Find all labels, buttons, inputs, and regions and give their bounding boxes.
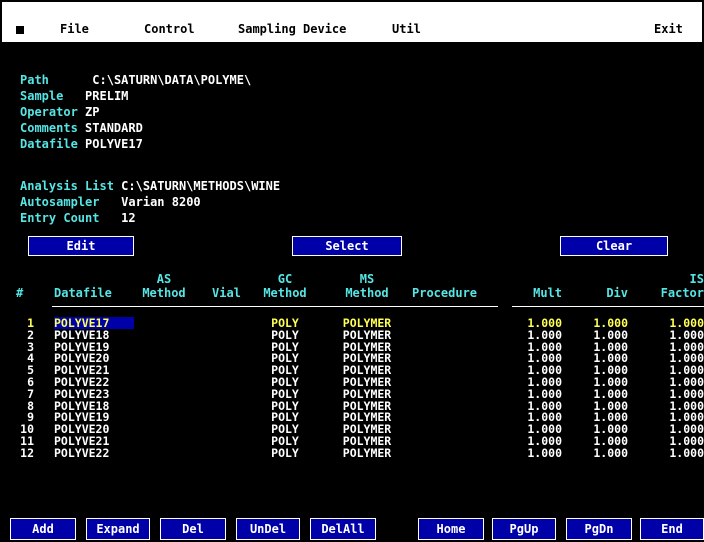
header-vial: Vial xyxy=(212,286,241,300)
add-button[interactable]: Add xyxy=(10,518,76,540)
header-as-line2: Method xyxy=(142,286,186,300)
sample-line: Sample PRELIM xyxy=(20,88,128,104)
header-divider-right xyxy=(512,306,704,307)
row-datafile: POLYVE22 xyxy=(54,445,110,460)
table-row[interactable]: 2 POLYVE18 POLY POLYMER 1.000 1.000 1.000 xyxy=(0,329,704,341)
row-is-factor: 1.000 xyxy=(669,327,704,342)
row-div: 1.000 xyxy=(593,445,628,460)
comments-value: STANDARD xyxy=(85,121,143,135)
menu-sampling-device[interactable]: Sampling Device xyxy=(238,22,346,36)
header-div: Div xyxy=(606,286,628,300)
comments-label: Comments xyxy=(20,121,78,135)
header-gc-line2: Method xyxy=(263,286,307,300)
menu-file[interactable]: File xyxy=(60,22,89,36)
delall-button[interactable]: DelAll xyxy=(310,518,376,540)
row-num: 12 xyxy=(20,445,34,460)
del-button[interactable]: Del xyxy=(160,518,226,540)
row-gc-method: POLY xyxy=(271,327,299,342)
row-mult: 1.000 xyxy=(527,327,562,342)
pgup-button[interactable]: PgUp xyxy=(492,518,556,540)
datafile-value: POLYVE17 xyxy=(85,137,143,151)
header-num: # xyxy=(16,286,24,300)
row-num: 7 xyxy=(27,386,34,401)
row-is-factor: 1.000 xyxy=(669,386,704,401)
edit-button[interactable]: Edit xyxy=(28,236,134,256)
sample-label: Sample xyxy=(20,89,64,103)
entry-count-value: 12 xyxy=(121,211,136,225)
home-button[interactable]: Home xyxy=(418,518,484,540)
row-gc-method: POLY xyxy=(271,386,299,401)
select-button[interactable]: Select xyxy=(292,236,402,256)
analysis-list-line: Analysis List C:\SATURN\METHODS\WINE xyxy=(20,178,280,194)
operator-label: Operator xyxy=(20,105,78,119)
path-line: Path C:\SATURN\DATA\POLYME\ xyxy=(20,72,251,88)
row-gc-method: POLY xyxy=(271,445,299,460)
header-gc-line1: GC xyxy=(277,272,293,286)
autosampler-line: Autosampler Varian 8200 xyxy=(20,194,201,210)
row-num: 2 xyxy=(27,327,34,342)
end-button[interactable]: End xyxy=(640,518,704,540)
path-value: C:\SATURN\DATA\POLYME\ xyxy=(92,73,252,87)
header-is-line1: IS xyxy=(689,272,704,286)
menu-util[interactable]: Util xyxy=(392,22,421,36)
row-mult: 1.000 xyxy=(527,386,562,401)
path-label: Path xyxy=(20,73,49,87)
comments-line: Comments STANDARD xyxy=(20,120,143,136)
autosampler-label: Autosampler xyxy=(20,195,100,209)
clear-button[interactable]: Clear xyxy=(560,236,668,256)
undel-button[interactable]: UnDel xyxy=(236,518,300,540)
menu-bar: File Control Sampling Device Util Exit xyxy=(0,0,704,44)
row-datafile: POLYVE23 xyxy=(54,386,110,401)
header-as-line1: AS xyxy=(156,272,172,286)
menu-exit[interactable]: Exit xyxy=(654,22,683,36)
sample-value: PRELIM xyxy=(85,89,129,103)
operator-line: Operator ZP xyxy=(20,104,99,120)
row-div: 1.000 xyxy=(593,386,628,401)
datafile-label: Datafile xyxy=(20,137,78,151)
header-ms-line1: MS xyxy=(359,272,375,286)
entry-count-label: Entry Count xyxy=(20,211,100,225)
header-procedure: Procedure xyxy=(412,286,478,300)
header-mult: Mult xyxy=(533,286,562,300)
header-ms-method: MS Method xyxy=(334,272,400,300)
row-is-factor: 1.000 xyxy=(669,445,704,460)
header-is-line2: Factor xyxy=(660,286,704,300)
row-datafile: POLYVE18 xyxy=(54,327,110,342)
row-ms-method: POLYMER xyxy=(342,445,392,460)
header-is-factor: IS Factor xyxy=(642,272,704,300)
row-div: 1.000 xyxy=(593,327,628,342)
operator-value: ZP xyxy=(85,105,100,119)
entry-count-line: Entry Count 12 xyxy=(20,210,136,226)
analysis-list-value: C:\SATURN\METHODS\WINE xyxy=(121,179,281,193)
header-datafile: Datafile xyxy=(54,286,112,300)
row-mult: 1.000 xyxy=(527,445,562,460)
analysis-list-label: Analysis List xyxy=(20,179,114,193)
row-ms-method: POLYMER xyxy=(342,327,392,342)
header-gc-method: GC Method xyxy=(258,272,312,300)
datafile-line: Datafile POLYVE17 xyxy=(20,136,143,152)
menu-control[interactable]: Control xyxy=(144,22,195,36)
expand-button[interactable]: Expand xyxy=(86,518,150,540)
table-row[interactable]: 7 POLYVE23 POLY POLYMER 1.000 1.000 1.000 xyxy=(0,388,704,400)
header-as-method: AS Method xyxy=(137,272,191,300)
system-menu-icon[interactable] xyxy=(16,26,24,34)
autosampler-value: Varian 8200 xyxy=(121,195,201,209)
header-ms-line2: Method xyxy=(345,286,389,300)
header-divider xyxy=(52,306,498,307)
table-row[interactable]: 12 POLYVE22 POLY POLYMER 1.000 1.000 1.000 xyxy=(0,447,704,459)
pgdn-button[interactable]: PgDn xyxy=(566,518,632,540)
row-ms-method: POLYMER xyxy=(342,386,392,401)
